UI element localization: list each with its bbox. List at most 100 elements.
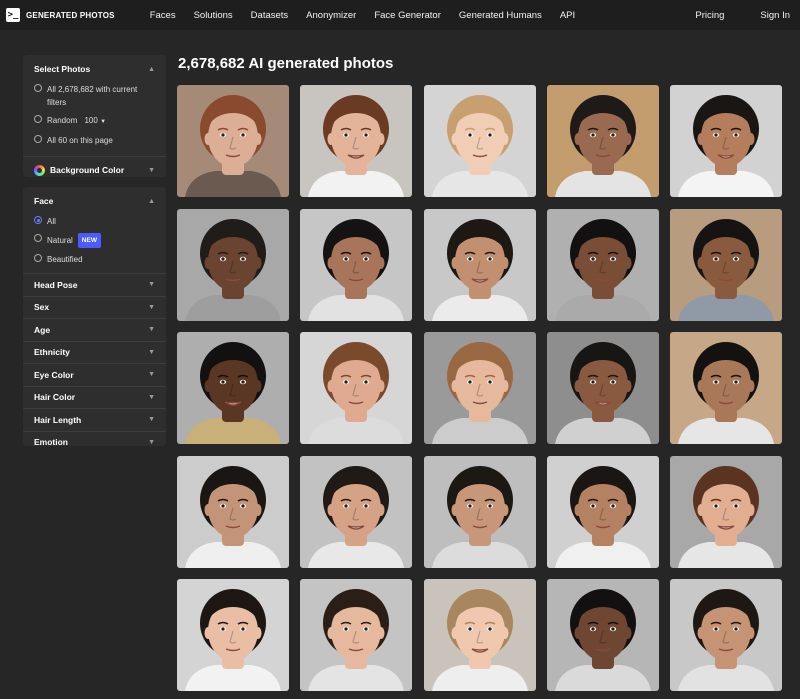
filter-hair-length-label: Hair Length: [34, 414, 82, 425]
select-all-label-cont: filters: [47, 98, 67, 107]
brand-logo[interactable]: >_ GENERATED PHOTOS: [6, 8, 115, 22]
face-portrait-icon: [423, 85, 536, 197]
face-photo[interactable]: [670, 85, 782, 197]
face-photo[interactable]: [177, 208, 289, 321]
face-photo[interactable]: [300, 208, 413, 321]
face-portrait-icon: [177, 455, 289, 568]
chevron-down-icon: ▼: [148, 416, 155, 424]
face-option-all[interactable]: All: [23, 215, 166, 228]
face-photo[interactable]: [546, 579, 659, 691]
face-filters-panel: Face ▲ All Natural NEW Beautified Head Po…: [23, 187, 166, 447]
background-color-row[interactable]: Background Color ▼: [23, 157, 166, 183]
filter-emotion-label: Emotion: [34, 437, 68, 448]
face-portrait-icon: [546, 455, 659, 568]
face-photo[interactable]: [423, 579, 536, 691]
face-portrait-icon: [300, 208, 413, 321]
face-option-natural[interactable]: Natural NEW: [23, 233, 166, 248]
color-wheel-icon: [34, 164, 45, 176]
filter-eye-color-label: Eye Color: [34, 369, 74, 380]
nav-solutions[interactable]: Solutions: [194, 10, 233, 21]
radio-select-all[interactable]: [34, 84, 42, 92]
nav-generated-humans[interactable]: Generated Humans: [459, 10, 542, 21]
radio-face-natural[interactable]: [34, 234, 42, 242]
face-photo[interactable]: [423, 332, 536, 444]
face-photo[interactable]: [423, 85, 536, 197]
face-header[interactable]: Face ▲: [23, 187, 166, 215]
select-photos-header[interactable]: Select Photos ▲: [23, 55, 166, 83]
face-photo[interactable]: [670, 332, 782, 444]
chevron-up-icon[interactable]: ▲: [148, 66, 155, 73]
face-portrait-icon: [423, 455, 536, 568]
face-portrait-icon: [177, 332, 289, 444]
nav-pricing[interactable]: Pricing: [695, 10, 724, 21]
face-portrait-icon: [177, 208, 289, 321]
face-portrait-icon: [546, 85, 659, 197]
face-title: Face: [34, 196, 54, 206]
face-portrait-icon: [670, 455, 782, 568]
face-photo[interactable]: [300, 579, 413, 691]
filter-hair-color-label: Hair Color: [34, 392, 76, 403]
page-title: 2,678,682 AI generated photos: [178, 55, 394, 72]
filter-hair-length[interactable]: Hair Length ▼: [23, 408, 166, 431]
radio-select-page[interactable]: [34, 135, 42, 143]
face-photo[interactable]: [177, 455, 289, 568]
face-portrait-icon: [670, 579, 782, 691]
face-photo[interactable]: [670, 208, 782, 321]
face-portrait-icon: [670, 85, 782, 197]
chevron-up-icon[interactable]: ▲: [148, 198, 155, 205]
photo-grid: [177, 85, 782, 691]
nav-sign-in[interactable]: Sign In: [760, 10, 790, 21]
face-photo[interactable]: [300, 85, 413, 197]
filter-eye-color[interactable]: Eye Color ▼: [23, 363, 166, 386]
brand-name: GENERATED PHOTOS: [26, 10, 115, 20]
filter-ethnicity[interactable]: Ethnicity ▼: [23, 340, 166, 364]
face-photo[interactable]: [670, 579, 782, 691]
face-beautified-label: Beautified: [47, 255, 83, 264]
face-all-label: All: [47, 217, 56, 226]
nav-api[interactable]: API: [560, 10, 575, 21]
face-portrait-icon: [300, 579, 413, 691]
face-portrait-icon: [423, 332, 536, 444]
chevron-down-icon: ▼: [148, 393, 155, 401]
face-portrait-icon: [423, 579, 536, 691]
radio-face-all[interactable]: [34, 216, 42, 224]
nav-face-generator[interactable]: Face Generator: [374, 10, 441, 21]
filter-hair-color[interactable]: Hair Color ▼: [23, 385, 166, 409]
face-photo[interactable]: [546, 455, 659, 568]
radio-face-beautified[interactable]: [34, 254, 42, 262]
filter-sex[interactable]: Sex ▼: [23, 295, 166, 319]
filter-age[interactable]: Age ▼: [23, 318, 166, 341]
filter-emotion[interactable]: Emotion ▼: [23, 430, 166, 454]
face-photo[interactable]: [546, 208, 659, 321]
chevron-down-icon: ▼: [148, 303, 155, 311]
nav-anonymizer[interactable]: Anonymizer: [306, 10, 356, 21]
face-natural-label: Natural: [47, 236, 73, 245]
logo-icon: >_: [6, 8, 20, 22]
face-portrait-icon: [546, 332, 659, 444]
select-all-option[interactable]: All 2,678,682 with current filters: [23, 83, 166, 109]
random-count-select[interactable]: 100 ▼: [84, 116, 106, 125]
face-option-beautified[interactable]: Beautified: [23, 253, 166, 266]
face-photo[interactable]: [300, 332, 413, 444]
filter-head-pose[interactable]: Head Pose ▼: [23, 273, 166, 296]
face-photo[interactable]: [670, 455, 782, 568]
face-photo[interactable]: [546, 85, 659, 197]
random-count-value: 100: [84, 116, 98, 125]
radio-select-random[interactable]: [34, 115, 42, 123]
face-photo[interactable]: [300, 455, 413, 568]
select-random-option[interactable]: Random 100 ▼: [23, 114, 166, 129]
face-photo[interactable]: [177, 332, 289, 444]
face-photo[interactable]: [177, 85, 289, 197]
nav-faces[interactable]: Faces: [150, 10, 176, 21]
face-portrait-icon: [177, 579, 289, 691]
nav-datasets[interactable]: Datasets: [251, 10, 289, 21]
face-portrait-icon: [300, 455, 413, 568]
face-portrait-icon: [670, 332, 782, 444]
face-photo[interactable]: [423, 208, 536, 321]
chevron-down-icon[interactable]: ▼: [148, 167, 155, 174]
face-photo[interactable]: [423, 455, 536, 568]
select-photos-panel: Select Photos ▲ All 2,678,682 with curre…: [23, 55, 166, 177]
select-page-option[interactable]: All 60 on this page: [23, 134, 166, 147]
face-photo[interactable]: [546, 332, 659, 444]
face-photo[interactable]: [177, 579, 289, 691]
